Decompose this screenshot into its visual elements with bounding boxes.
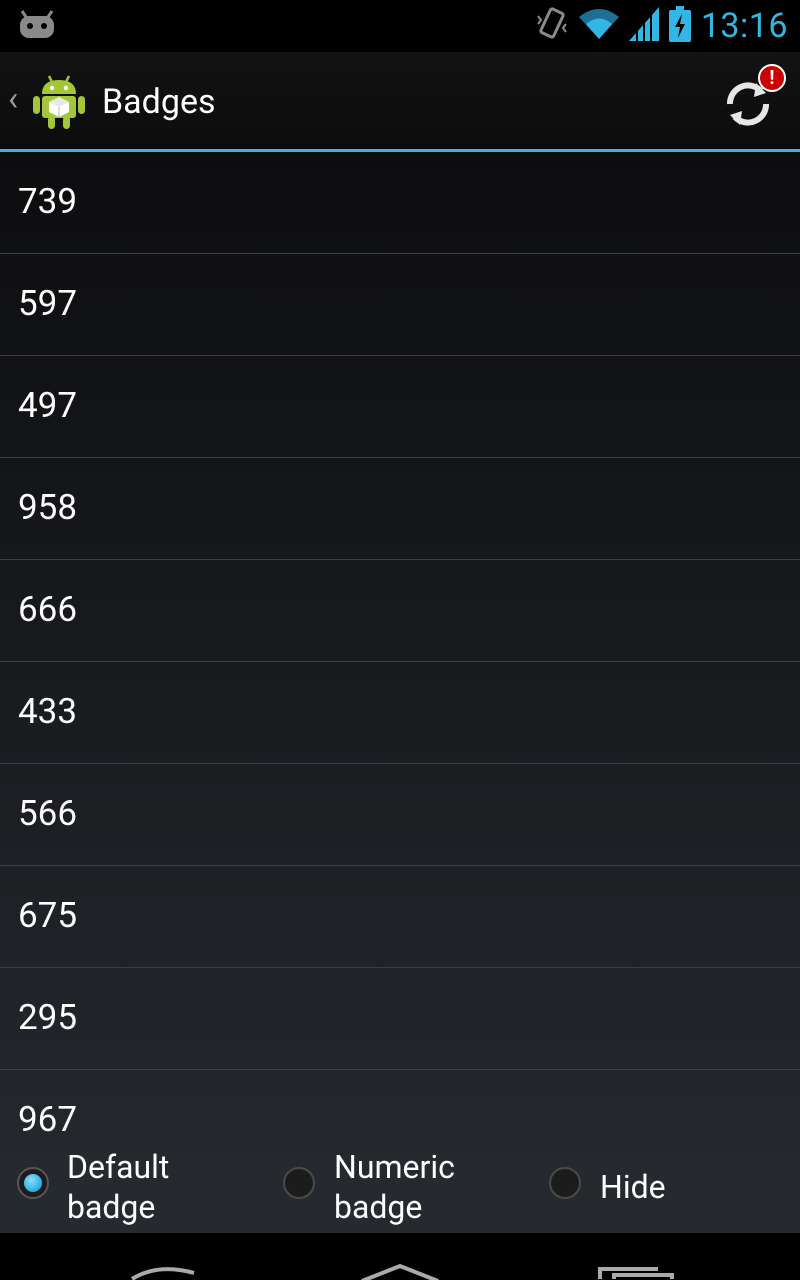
list-item-label: 739	[18, 181, 78, 222]
badge-mode-radio-group: Default badge Numeric badge Hide	[0, 1147, 800, 1233]
list-item[interactable]: 433	[0, 662, 800, 764]
radio-hide-label: Hide	[600, 1168, 666, 1206]
badge-list: 739 597 497 958 666 433 566 675 295 967	[0, 152, 800, 1232]
list-item-label: 433	[18, 691, 78, 732]
refresh-button[interactable]: !	[716, 64, 786, 136]
list-item[interactable]: 666	[0, 560, 800, 662]
list-item[interactable]: 739	[0, 152, 800, 254]
radio-default-badge[interactable]: Default badge	[0, 1147, 266, 1233]
list-item-label: 958	[18, 487, 78, 528]
list-item[interactable]: 497	[0, 356, 800, 458]
list-item[interactable]: 958	[0, 458, 800, 560]
list-item-label: 666	[18, 589, 78, 630]
radio-hide[interactable]: Hide	[532, 1147, 800, 1233]
radio-button[interactable]	[549, 1167, 581, 1199]
radio-button-checked[interactable]	[17, 1167, 49, 1199]
vibrate-icon	[535, 6, 569, 46]
up-caret-icon[interactable]: ‹	[8, 82, 18, 116]
list-item-label: 497	[18, 385, 78, 426]
battery-charging-icon	[668, 6, 691, 46]
radio-default-label-line1: Default	[67, 1148, 170, 1186]
back-icon[interactable]	[128, 1263, 198, 1280]
radio-numeric-label-line2: badge	[334, 1188, 423, 1226]
notification-badge: !	[758, 64, 786, 92]
radio-button[interactable]	[283, 1167, 315, 1199]
list-item[interactable]: 597	[0, 254, 800, 356]
list-item-label: 967	[18, 1099, 78, 1140]
home-icon[interactable]	[360, 1263, 440, 1280]
wifi-icon	[578, 7, 619, 45]
system-nav-bar	[0, 1233, 800, 1280]
list-item-label: 295	[18, 997, 78, 1038]
list-item-label: 566	[18, 793, 78, 834]
recent-apps-icon[interactable]	[598, 1265, 674, 1280]
radio-numeric-badge[interactable]: Numeric badge	[266, 1147, 532, 1233]
android-notification-icon	[18, 10, 56, 44]
status-clock: 13:16	[700, 6, 788, 46]
list-item-label: 597	[18, 283, 78, 324]
action-bar: ‹ Badges !	[0, 52, 800, 152]
list-item[interactable]: 566	[0, 764, 800, 866]
list-item[interactable]: 295	[0, 968, 800, 1070]
action-bar-title: Badges	[102, 82, 216, 122]
android-app-icon[interactable]	[32, 72, 86, 134]
radio-numeric-label-line1: Numeric	[334, 1148, 455, 1186]
list-item-label: 675	[18, 895, 78, 936]
cell-signal-icon	[628, 7, 659, 45]
radio-default-label-line2: badge	[67, 1188, 156, 1226]
list-item[interactable]: 675	[0, 866, 800, 968]
status-bar: 13:16	[0, 0, 800, 52]
